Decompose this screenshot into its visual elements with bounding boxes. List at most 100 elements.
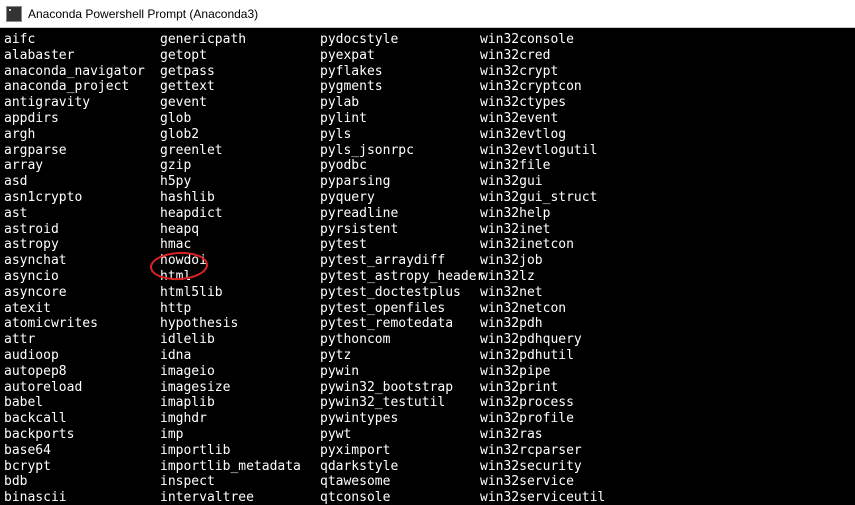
module-entry: pydocstyle xyxy=(320,32,480,48)
module-entry: win32security xyxy=(480,459,851,475)
module-entry: h5py xyxy=(160,174,320,190)
module-entry: anaconda_project xyxy=(4,79,160,95)
module-entry: win32file xyxy=(480,158,851,174)
module-entry: pywt xyxy=(320,427,480,443)
module-entry: binascii xyxy=(4,490,160,505)
module-entry: win32evtlogutil xyxy=(480,143,851,159)
module-entry: win32cred xyxy=(480,48,851,64)
module-entry: getpass xyxy=(160,64,320,80)
module-entry: bcrypt xyxy=(4,459,160,475)
module-entry: win32ras xyxy=(480,427,851,443)
module-entry: pylint xyxy=(320,111,480,127)
module-entry: pywintypes xyxy=(320,411,480,427)
module-entry: win32serviceutil xyxy=(480,490,851,505)
module-entry: pyexpat xyxy=(320,48,480,64)
module-entry: glob2 xyxy=(160,127,320,143)
module-entry: pyodbc xyxy=(320,158,480,174)
module-column-1: aifcalabasteranaconda_navigatoranaconda_… xyxy=(4,32,160,505)
module-entry: atexit xyxy=(4,301,160,317)
module-entry: atomicwrites xyxy=(4,316,160,332)
module-entry: win32console xyxy=(480,32,851,48)
module-entry: qtawesome xyxy=(320,474,480,490)
terminal-output[interactable]: aifcalabasteranaconda_navigatoranaconda_… xyxy=(0,28,855,505)
module-entry: pyls xyxy=(320,127,480,143)
module-entry: gzip xyxy=(160,158,320,174)
module-entry: asd xyxy=(4,174,160,190)
module-entry: autoreload xyxy=(4,380,160,396)
module-entry: pywin32_testutil xyxy=(320,395,480,411)
module-entry: argh xyxy=(4,127,160,143)
module-entry: pytest_doctestplus xyxy=(320,285,480,301)
module-entry: pytest_arraydiff xyxy=(320,253,480,269)
module-entry: pyparsing xyxy=(320,174,480,190)
module-entry: win32pipe xyxy=(480,364,851,380)
module-entry: win32service xyxy=(480,474,851,490)
module-entry: howdoi xyxy=(160,253,320,269)
module-entry: win32process xyxy=(480,395,851,411)
module-entry: pyreadline xyxy=(320,206,480,222)
module-entry: asyncore xyxy=(4,285,160,301)
module-entry: pylab xyxy=(320,95,480,111)
module-entry: win32evtlog xyxy=(480,127,851,143)
module-column-4: win32consolewin32credwin32cryptwin32cryp… xyxy=(480,32,851,505)
module-entry: greenlet xyxy=(160,143,320,159)
module-entry: audioop xyxy=(4,348,160,364)
window-titlebar: Anaconda Powershell Prompt (Anaconda3) xyxy=(0,0,855,28)
module-entry: alabaster xyxy=(4,48,160,64)
module-entry: genericpath xyxy=(160,32,320,48)
module-entry: pytest_remotedata xyxy=(320,316,480,332)
module-entry: attr xyxy=(4,332,160,348)
module-entry: imagesize xyxy=(160,380,320,396)
module-entry: win32cryptcon xyxy=(480,79,851,95)
module-entry: imaplib xyxy=(160,395,320,411)
module-entry: base64 xyxy=(4,443,160,459)
module-entry: win32netcon xyxy=(480,301,851,317)
module-list-columns: aifcalabasteranaconda_navigatoranaconda_… xyxy=(4,32,851,505)
module-entry: asyncio xyxy=(4,269,160,285)
module-entry: antigravity xyxy=(4,95,160,111)
module-entry: pygments xyxy=(320,79,480,95)
module-entry: importlib xyxy=(160,443,320,459)
module-entry: win32inetcon xyxy=(480,237,851,253)
module-entry: pyximport xyxy=(320,443,480,459)
module-entry: autopep8 xyxy=(4,364,160,380)
module-column-3: pydocstylepyexpatpyflakespygmentspylabpy… xyxy=(320,32,480,505)
module-entry: pyls_jsonrpc xyxy=(320,143,480,159)
module-entry: gettext xyxy=(160,79,320,95)
module-entry: pytest_openfiles xyxy=(320,301,480,317)
module-entry: win32pdh xyxy=(480,316,851,332)
module-entry: pythoncom xyxy=(320,332,480,348)
module-entry: getopt xyxy=(160,48,320,64)
module-entry: heapq xyxy=(160,222,320,238)
module-entry: hypothesis xyxy=(160,316,320,332)
terminal-icon xyxy=(6,6,22,22)
module-entry: pywin32_bootstrap xyxy=(320,380,480,396)
module-entry: intervaltree xyxy=(160,490,320,505)
module-column-2: genericpathgetoptgetpassgettextgeventglo… xyxy=(160,32,320,505)
module-entry: win32gui_struct xyxy=(480,190,851,206)
module-entry: win32print xyxy=(480,380,851,396)
module-entry: win32job xyxy=(480,253,851,269)
module-entry: html xyxy=(160,269,320,285)
module-entry: glob xyxy=(160,111,320,127)
module-entry: argparse xyxy=(4,143,160,159)
module-entry: idlelib xyxy=(160,332,320,348)
module-entry: babel xyxy=(4,395,160,411)
module-entry: gevent xyxy=(160,95,320,111)
module-entry: win32profile xyxy=(480,411,851,427)
module-entry: imageio xyxy=(160,364,320,380)
module-entry: inspect xyxy=(160,474,320,490)
module-entry: bdb xyxy=(4,474,160,490)
module-entry: astroid xyxy=(4,222,160,238)
module-entry: pyrsistent xyxy=(320,222,480,238)
module-entry: heapdict xyxy=(160,206,320,222)
module-entry: pytest xyxy=(320,237,480,253)
module-entry: pytest_astropy_header xyxy=(320,269,480,285)
module-entry: backports xyxy=(4,427,160,443)
module-entry: anaconda_navigator xyxy=(4,64,160,80)
module-entry: imghdr xyxy=(160,411,320,427)
module-entry: ast xyxy=(4,206,160,222)
module-entry: win32inet xyxy=(480,222,851,238)
module-entry: win32help xyxy=(480,206,851,222)
module-entry: win32event xyxy=(480,111,851,127)
